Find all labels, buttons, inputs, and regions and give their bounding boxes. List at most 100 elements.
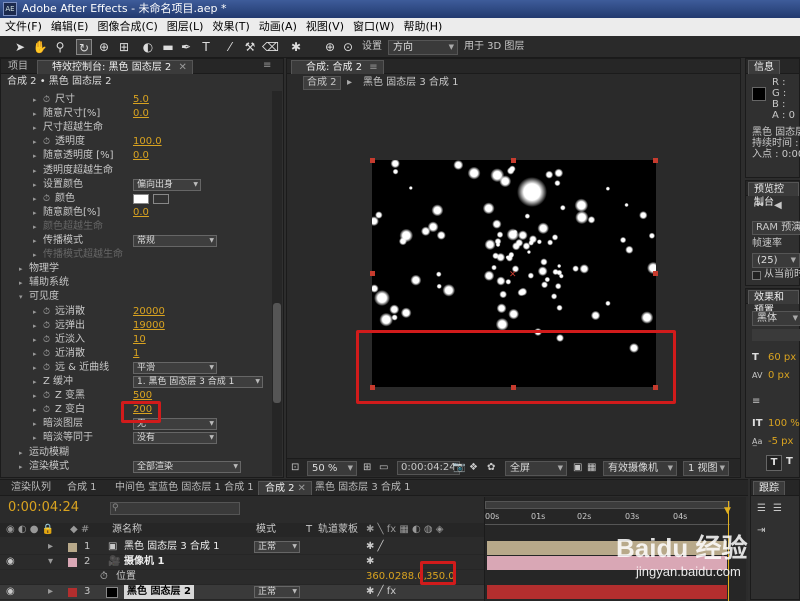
effect-dropdown[interactable]: 全部渲染 bbox=[133, 460, 241, 473]
close-icon[interactable]: ✕ bbox=[178, 62, 186, 73]
position-x-value[interactable]: 360.0, bbox=[366, 570, 398, 584]
comp-breadcrumb-1[interactable]: 合成 2 bbox=[303, 76, 341, 90]
puppet-tool-icon[interactable]: ✱ bbox=[288, 39, 304, 55]
expand-triangle-icon[interactable]: ▸ bbox=[33, 107, 37, 121]
from-current-checkbox[interactable] bbox=[752, 271, 761, 280]
zoom-tool-icon[interactable]: ⚲ bbox=[52, 39, 68, 55]
effect-property-value[interactable]: 0.0 bbox=[133, 206, 149, 220]
stopwatch-icon[interactable]: ⏱ bbox=[43, 347, 50, 361]
effect-property-row[interactable]: ▸ 随意透明度 [%] 0.0 bbox=[1, 149, 271, 163]
safe-zones-icon[interactable]: ⊞ bbox=[363, 461, 371, 475]
expand-triangle-icon[interactable]: ▸ bbox=[33, 403, 37, 417]
camera-orbit-icon[interactable]: ⊕ bbox=[96, 39, 112, 55]
effect-property-value[interactable]: 5.0 bbox=[133, 93, 149, 107]
tab-info[interactable]: 信息 bbox=[748, 60, 780, 74]
effect-dropdown[interactable]: 偏向出身 bbox=[133, 178, 201, 191]
ram-preview-button[interactable]: RAM 预演 bbox=[752, 221, 800, 235]
effect-property-row[interactable]: ▸ 渲染模式 全部渲染 bbox=[1, 460, 271, 474]
expand-triangle-icon[interactable]: ▸ bbox=[33, 121, 37, 135]
expand-triangle-icon[interactable]: ▸ bbox=[19, 276, 23, 290]
time-ruler[interactable]: 00s 01s 02s 03s 04s bbox=[485, 511, 730, 525]
eraser-tool-icon[interactable]: ⌫ bbox=[262, 39, 279, 55]
eye-icon[interactable]: ◉ bbox=[6, 555, 15, 569]
effect-property-row[interactable]: ▸ 辅助系统 bbox=[1, 276, 271, 290]
effect-property-row[interactable]: ▾ 可见度 bbox=[1, 290, 271, 304]
clone-stamp-icon[interactable]: ⚒ bbox=[242, 39, 258, 55]
axis-mode-icon[interactable]: ⊕ bbox=[322, 39, 338, 55]
effect-property-value[interactable]: 20000 bbox=[133, 305, 165, 319]
stopwatch-icon[interactable]: ⏱ bbox=[43, 319, 50, 333]
menu-layer[interactable]: 图层(L) bbox=[162, 18, 208, 36]
font-size-value[interactable]: 60 px bbox=[768, 351, 796, 365]
effect-dropdown[interactable]: 常规 bbox=[133, 235, 217, 247]
show-snapshot-icon[interactable]: ❖ bbox=[469, 461, 478, 475]
expand-triangle-icon[interactable]: ▸ bbox=[33, 417, 37, 431]
vertical-scale-value[interactable]: 100 % bbox=[768, 417, 800, 431]
effect-property-row[interactable]: ▸ 暗淡等同于 没有 bbox=[1, 431, 271, 445]
pen-tool-icon[interactable]: ✒ bbox=[178, 39, 194, 55]
color-swatch[interactable] bbox=[133, 193, 149, 204]
pan-behind-icon[interactable]: ◐ bbox=[140, 39, 156, 55]
expand-triangle-icon[interactable]: ▸ bbox=[19, 262, 23, 276]
expand-triangle-icon[interactable]: ▸ bbox=[33, 149, 37, 163]
layer-name[interactable]: 黑色 固态层 2 bbox=[124, 585, 194, 599]
eyedropper-icon[interactable] bbox=[153, 193, 169, 204]
menu-file[interactable]: 文件(F) bbox=[0, 18, 46, 36]
layer-mode-dropdown[interactable]: 正常 bbox=[254, 541, 300, 553]
tab-tracker[interactable]: 跟踪 bbox=[753, 481, 785, 495]
mask-view-icon[interactable]: ▭ bbox=[379, 461, 388, 475]
channel-icon[interactable]: ✿ bbox=[487, 461, 495, 475]
layer-expand-icon[interactable]: ▾ bbox=[48, 555, 53, 569]
layer-handle[interactable] bbox=[653, 158, 658, 163]
effect-property-row[interactable]: ▸ 运动模糊 bbox=[1, 446, 271, 460]
stopwatch-icon[interactable]: ⏱ bbox=[100, 570, 108, 584]
world-axis-icon[interactable]: ⊙ bbox=[340, 39, 356, 55]
timeline-layer-row[interactable]: ▸ 1 ▣ 黑色 固态层 3 合成 1 正常 ✱ ╱ bbox=[0, 540, 484, 555]
expand-triangle-icon[interactable]: ▸ bbox=[33, 347, 37, 361]
expand-triangle-icon[interactable]: ▸ bbox=[33, 431, 37, 445]
effect-property-row[interactable]: ▸ ⏱ 远消散 20000 bbox=[1, 305, 271, 319]
timeline-timecode[interactable]: 0:00:04:24 bbox=[8, 500, 79, 516]
all-caps-icon[interactable]: T bbox=[786, 455, 800, 471]
effect-property-row[interactable]: ▸ 传播模式 常规 bbox=[1, 234, 271, 248]
expand-triangle-icon[interactable]: ▸ bbox=[33, 135, 37, 149]
faux-bold-icon[interactable]: T bbox=[766, 455, 782, 471]
tab-blue-solid-comp[interactable]: 中间色 宝蓝色 固态层 1 合成 1 bbox=[110, 481, 259, 495]
effect-property-row[interactable]: ▸ 随意尺寸[%] 0.0 bbox=[1, 107, 271, 121]
layer-handle[interactable] bbox=[653, 271, 658, 276]
effect-property-value[interactable]: 19000 bbox=[133, 319, 165, 333]
font-dropdown[interactable]: 黑体 bbox=[752, 311, 800, 326]
tab-render-queue[interactable]: 渲染队列 bbox=[6, 481, 56, 495]
menu-help[interactable]: 帮助(H) bbox=[398, 18, 446, 36]
prev-frame-icon[interactable]: ◀ bbox=[774, 199, 782, 213]
tab-effects-presets[interactable]: 效果和预置 bbox=[748, 290, 799, 316]
col-source-name[interactable]: 源名称 bbox=[112, 523, 142, 537]
timeline-layer-row[interactable]: ◉ ▾ 2 🎥 摄像机 1 ✱ bbox=[0, 555, 484, 570]
layer-expand-icon[interactable]: ▸ bbox=[48, 540, 53, 554]
comp-timecode[interactable]: 0:00:04:24 bbox=[397, 461, 460, 475]
panel-menu-icon[interactable]: ≡ bbox=[369, 62, 377, 73]
tab-composition[interactable]: 合成: 合成 2 ≡ bbox=[291, 60, 384, 74]
col-mode[interactable]: 模式 bbox=[256, 523, 276, 537]
tab-comp-2[interactable]: 合成 2 ✕ bbox=[258, 481, 312, 495]
effect-property-value[interactable]: 0.0 bbox=[133, 149, 149, 163]
stopwatch-icon[interactable]: ⏱ bbox=[43, 361, 50, 375]
timeline-search-input[interactable] bbox=[110, 502, 240, 515]
region-interest-icon[interactable]: ▣ bbox=[573, 461, 582, 475]
layer-expand-icon[interactable]: ▸ bbox=[48, 585, 53, 599]
resolution-dropdown[interactable]: 全屏 bbox=[505, 461, 567, 476]
transparency-grid-icon[interactable]: ▦ bbox=[587, 461, 596, 475]
effect-dropdown[interactable]: 1. 黑色 固态层 3 合成 1 bbox=[133, 376, 263, 388]
anchor-point-icon[interactable]: ✕ bbox=[509, 270, 517, 280]
tab-preview[interactable]: 预览控制台 bbox=[748, 182, 799, 208]
layer-mode-dropdown[interactable]: 正常 bbox=[254, 586, 300, 598]
indent-icon[interactable]: ⇥ bbox=[757, 524, 765, 538]
expand-triangle-icon[interactable]: ▸ bbox=[33, 319, 37, 333]
effect-property-value[interactable]: 1 bbox=[133, 347, 139, 361]
layer-handle[interactable] bbox=[511, 158, 516, 163]
panel-menu-icon[interactable]: ≡ bbox=[263, 59, 271, 73]
hand-tool-icon[interactable]: ✋ bbox=[32, 39, 48, 55]
expand-triangle-icon[interactable]: ▸ bbox=[33, 206, 37, 220]
effect-property-row[interactable]: ▸ ⏱ 近消散 1 bbox=[1, 347, 271, 361]
timeline-property-row[interactable]: ⏱ 位置 360.0, 288.0, 350.0 bbox=[0, 570, 484, 585]
